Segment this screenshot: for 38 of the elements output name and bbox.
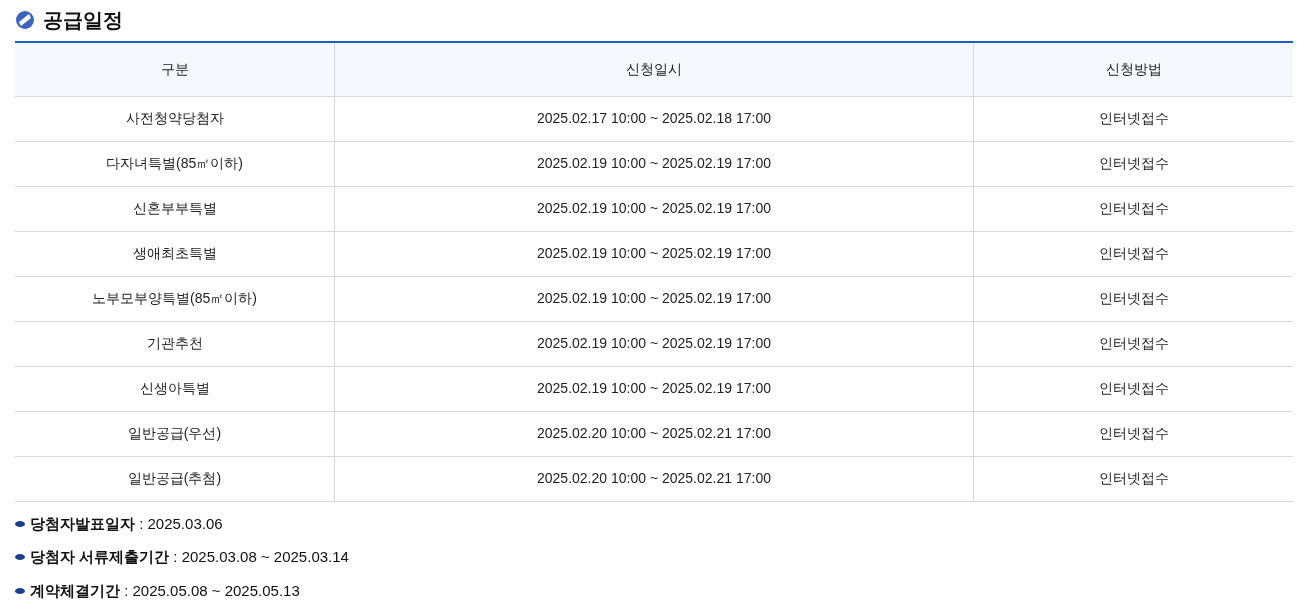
table-cell: 사전청약당첨자 — [15, 96, 335, 141]
schedule-note: 당첨자 서류제출기간 : 2025.03.08 ~ 2025.03.14 — [30, 547, 349, 567]
table-cell: 2025.02.20 10:00 ~ 2025.02.21 17:00 — [334, 411, 974, 456]
table-cell: 인터넷접수 — [973, 96, 1293, 141]
schedule-note: 계약체결기간 : 2025.05.08 ~ 2025.05.13 — [30, 580, 300, 601]
table-cell: 인터넷접수 — [973, 321, 1293, 366]
table-cell: 2025.02.17 10:00 ~ 2025.02.18 17:00 — [334, 96, 974, 141]
table-cell: 인터넷접수 — [973, 366, 1293, 411]
column-header: 구분 — [15, 42, 335, 96]
section-title: 공급일정 — [43, 8, 123, 32]
table-cell: 신생아특별 — [15, 366, 335, 411]
column-header: 신청방법 — [973, 42, 1293, 96]
table-cell: 2025.02.19 10:00 ~ 2025.02.19 17:00 — [334, 186, 974, 231]
column-header: 신청일시 — [334, 42, 974, 96]
table-cell: 인터넷접수 — [973, 411, 1293, 456]
bullet-icon — [15, 520, 25, 527]
table-cell: 인터넷접수 — [973, 456, 1293, 501]
table-cell: 2025.02.19 10:00 ~ 2025.02.19 17:00 — [334, 231, 974, 276]
logo-icon — [15, 10, 35, 30]
table-cell: 2025.02.19 10:00 ~ 2025.02.19 17:00 — [334, 366, 974, 411]
table-cell: 일반공급(추첨) — [15, 456, 335, 501]
table-cell: 2025.02.19 10:00 ~ 2025.02.19 17:00 — [334, 321, 974, 366]
schedule-note: 당첨자발표일자 : 2025.03.06 — [30, 513, 223, 534]
table-cell: 기관추천 — [15, 321, 335, 366]
table-cell: 2025.02.19 10:00 ~ 2025.02.19 17:00 — [334, 276, 974, 321]
table-cell: 생애최초특별 — [15, 231, 335, 276]
table-cell: 노부모부양특별(85㎡이하) — [15, 276, 335, 321]
table-cell: 다자녀특별(85㎡이하) — [15, 141, 335, 186]
bullet-icon — [15, 587, 25, 594]
table-cell: 인터넷접수 — [973, 141, 1293, 186]
table-cell: 일반공급(우선) — [15, 411, 335, 456]
bullet-icon — [15, 554, 25, 561]
table-cell: 인터넷접수 — [973, 231, 1293, 276]
table-cell: 신혼부부특별 — [15, 186, 335, 231]
table-cell: 인터넷접수 — [973, 276, 1293, 321]
table-cell: 2025.02.19 10:00 ~ 2025.02.19 17:00 — [334, 141, 974, 186]
table-cell: 2025.02.20 10:00 ~ 2025.02.21 17:00 — [334, 456, 974, 501]
table-cell: 인터넷접수 — [973, 186, 1293, 231]
